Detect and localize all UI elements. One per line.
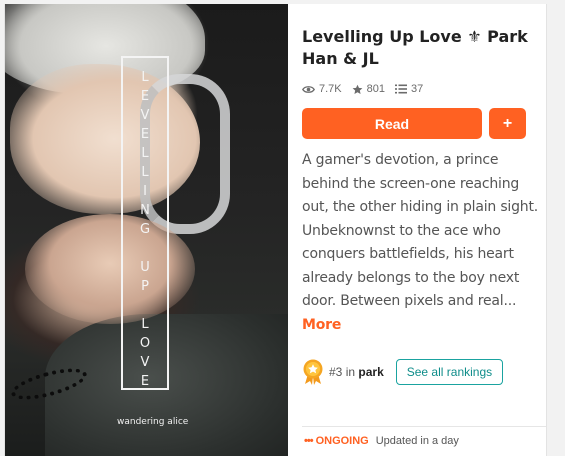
cover-title-letters: L E V E L L I N G U P L O V E: [123, 68, 167, 391]
eye-icon: [302, 85, 315, 94]
cover-letter: N: [140, 203, 150, 218]
cover-letter-gap: [123, 296, 167, 315]
book-cover[interactable]: L E V E L L I N G U P L O V E wandering …: [5, 4, 288, 456]
story-stats: 7.7K 801 37: [302, 82, 546, 96]
rank-number: #3: [329, 365, 343, 379]
cover-letter: L: [141, 70, 149, 85]
status-dots-icon: •••: [304, 435, 314, 447]
cover-hand: [25, 214, 195, 324]
cover-letter: V: [140, 108, 150, 123]
description-text: A gamer's devotion, a prince behind the …: [302, 152, 539, 309]
reads-stat: 7.7K: [302, 83, 342, 95]
rank-tag[interactable]: park: [358, 365, 383, 379]
cover-letter: E: [140, 127, 150, 142]
cover-letter: I: [143, 184, 147, 199]
story-actions: Read +: [302, 108, 546, 139]
cover-letter: E: [140, 374, 150, 389]
cover-letter: P: [141, 279, 149, 294]
see-all-rankings-button[interactable]: See all rankings: [395, 359, 504, 385]
star-icon: [352, 84, 363, 95]
story-status: ••• ONGOING Updated in a day: [304, 435, 459, 447]
cover-letter: L: [141, 317, 149, 332]
votes-stat: 801: [352, 83, 385, 95]
cover-letter: L: [141, 165, 149, 180]
rank-badge-icon: [302, 359, 324, 385]
cover-letter-gap: [123, 239, 167, 258]
cover-letter: E: [140, 89, 150, 104]
cover-title-frame: L E V E L L I N G U P L O V E: [121, 56, 169, 390]
story-description: A gamer's devotion, a prince behind the …: [302, 149, 546, 337]
list-icon: [395, 84, 407, 94]
status-badge: ONGOING: [315, 435, 369, 447]
cover-letter: V: [140, 355, 150, 370]
rank-text: #3 in park: [329, 365, 384, 379]
story-details: Levelling Up Love ⚜ Park Han & JL 7.7K 8…: [302, 26, 546, 385]
story-card: L E V E L L I N G U P L O V E wandering …: [4, 4, 547, 456]
update-schedule: Updated in a day: [375, 435, 459, 447]
votes-count: 801: [366, 83, 385, 95]
cover-letter: G: [139, 222, 151, 237]
cover-letter: L: [141, 146, 149, 161]
parts-stat: 37: [395, 83, 423, 95]
cover-author-mark: wandering alice: [117, 417, 189, 427]
add-to-library-button[interactable]: +: [489, 108, 526, 139]
cover-letter: O: [139, 336, 151, 351]
divider: [302, 426, 546, 427]
read-button[interactable]: Read: [302, 108, 482, 139]
parts-count: 37: [411, 83, 424, 95]
rank-in: in: [345, 365, 356, 379]
more-link[interactable]: More: [302, 317, 341, 333]
story-title[interactable]: Levelling Up Love ⚜ Park Han & JL: [302, 26, 548, 70]
reads-count: 7.7K: [319, 83, 342, 95]
cover-letter: U: [140, 260, 150, 275]
ranking-row: #3 in park See all rankings: [302, 359, 546, 385]
